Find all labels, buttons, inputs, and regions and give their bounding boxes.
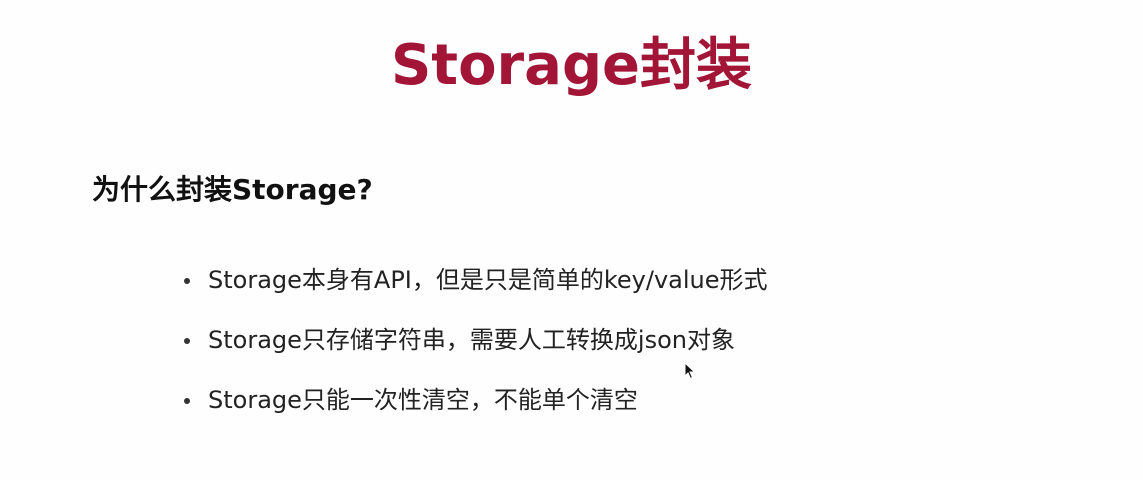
- slide: Storage封装 为什么封装Storage? Storage本身有API，但是…: [0, 0, 1143, 480]
- bullet-item: Storage本身有API，但是只是简单的key/value形式: [180, 258, 768, 318]
- bullet-item: Storage只能一次性清空，不能单个清空: [180, 378, 768, 438]
- bullet-item: Storage只存储字符串，需要人工转换成json对象: [180, 318, 768, 378]
- slide-subtitle: 为什么封装Storage?: [92, 173, 373, 206]
- slide-title: Storage封装: [390, 33, 753, 98]
- mouse-pointer-icon: [684, 362, 696, 380]
- bullet-list: Storage本身有API，但是只是简单的key/value形式 Storage…: [180, 258, 768, 438]
